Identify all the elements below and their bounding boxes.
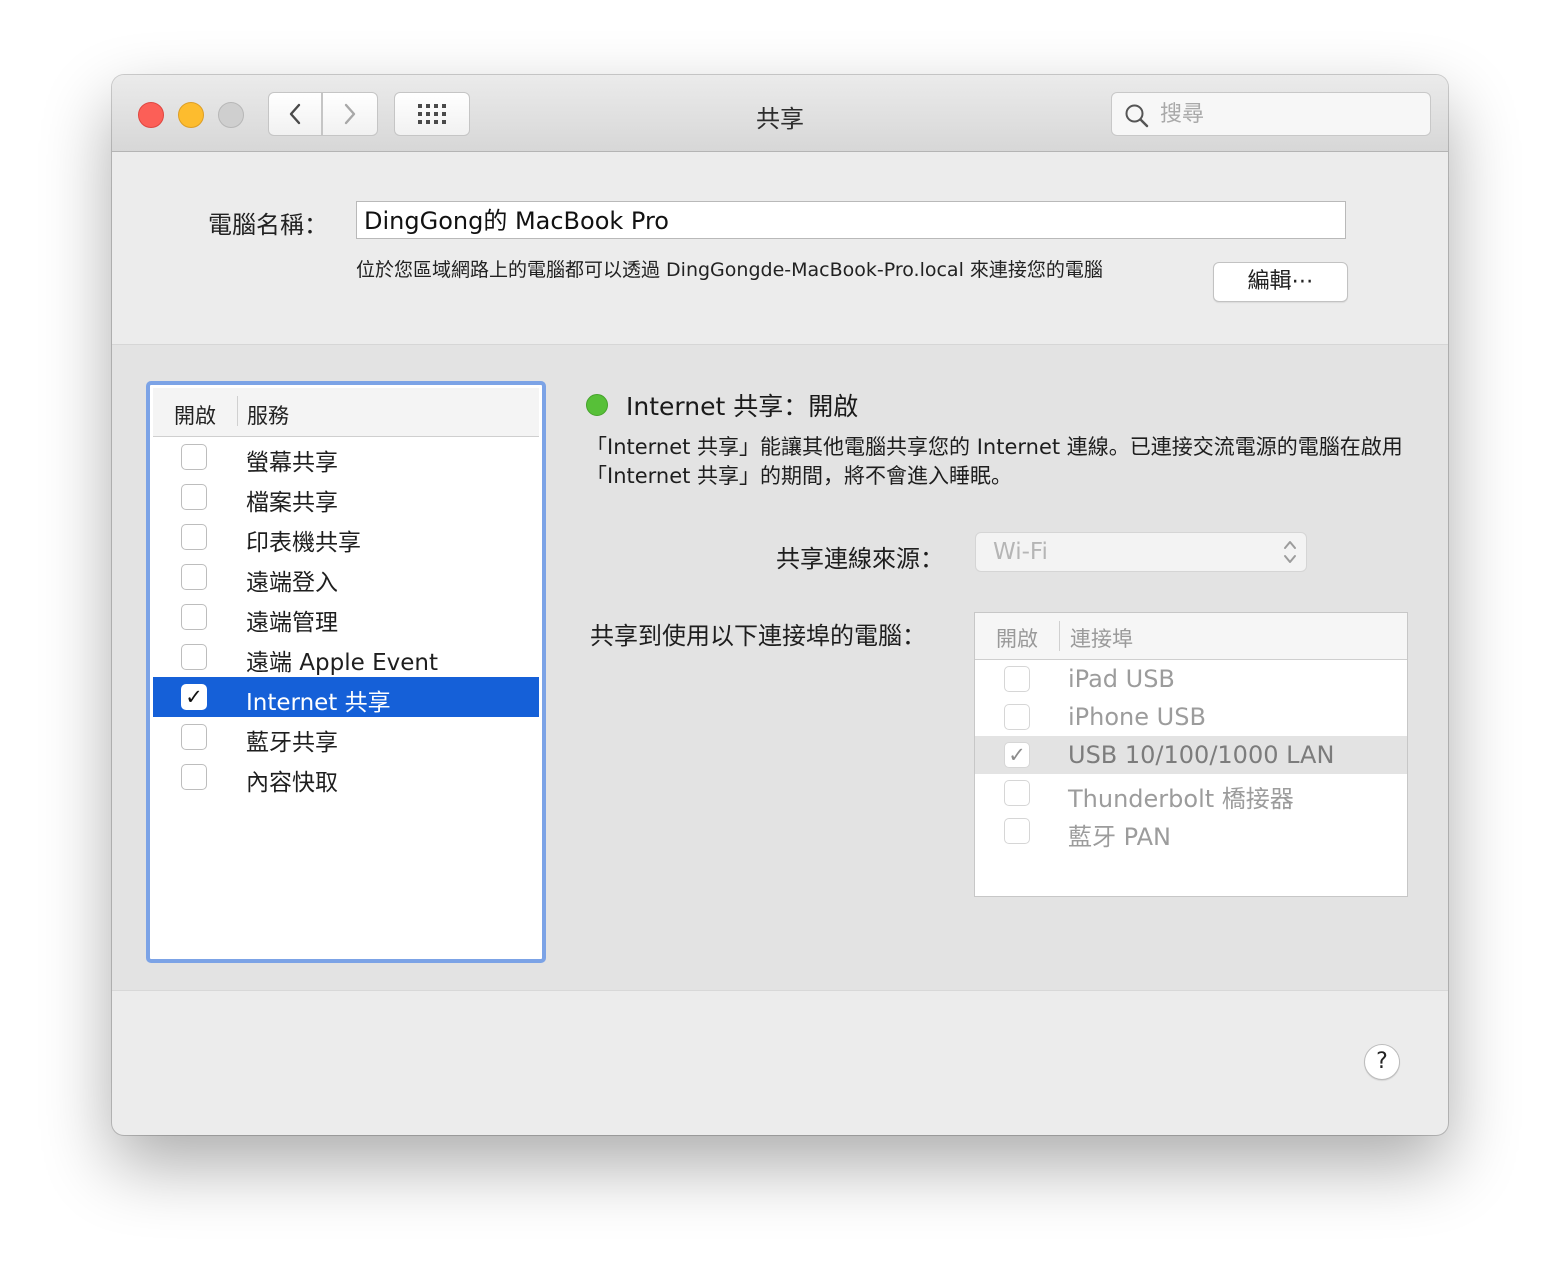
service-label: 檔案共享 <box>246 490 338 516</box>
service-row[interactable]: 遠端登入 <box>153 557 539 597</box>
service-row[interactable]: 內容快取 <box>153 757 539 797</box>
share-source-value: Wi-Fi <box>993 539 1048 565</box>
port-label: iPhone USB <box>1068 703 1206 731</box>
services-list: 螢幕共享檔案共享印表機共享遠端登入遠端管理遠端 Apple Event ✓ Inte… <box>153 437 539 797</box>
search-input[interactable] <box>1158 99 1422 129</box>
ports-table-header: 開啟 連接埠 <box>975 613 1407 660</box>
service-label: 印表機共享 <box>246 530 361 556</box>
service-checkbox[interactable] <box>181 604 207 630</box>
updown-chevron-icon <box>1283 537 1297 570</box>
ports-header-on: 開啟 <box>996 627 1038 651</box>
search-icon <box>1125 104 1149 128</box>
service-row[interactable]: 遠端 Apple Event <box>153 637 539 677</box>
port-row[interactable]: Thunderbolt 橋接器 <box>975 774 1407 813</box>
service-label: 遠端 Apple Event <box>246 650 438 676</box>
services-table: 開啟 服務 螢幕共享檔案共享印表機共享遠端登入遠端管理遠端 Apple Even… <box>146 381 546 963</box>
service-row[interactable]: 藍牙共享 <box>153 717 539 757</box>
service-label: 遠端管理 <box>246 610 338 636</box>
share-source-select: Wi-Fi <box>975 532 1307 572</box>
share-source-label: 共享連線來源： <box>776 545 944 573</box>
port-row[interactable]: ✓ USB 10/100/1000 LAN <box>975 736 1407 774</box>
port-label: USB 10/100/1000 LAN <box>1068 741 1335 769</box>
port-label: Thunderbolt 橋接器 <box>1068 785 1294 813</box>
service-checkbox[interactable] <box>181 564 207 590</box>
service-row[interactable]: ✓ Internet 共享 <box>153 677 539 717</box>
port-checkbox[interactable] <box>1004 818 1030 844</box>
port-checkbox[interactable] <box>1004 704 1030 730</box>
header-on[interactable]: 開啟 <box>174 400 216 430</box>
services-table-header: 開啟 服務 <box>153 388 539 437</box>
service-label: 內容快取 <box>246 770 338 796</box>
service-checkbox[interactable] <box>181 444 207 470</box>
service-label: 遠端登入 <box>246 570 338 596</box>
service-label: 藍牙共享 <box>246 730 338 756</box>
service-row[interactable]: 遠端管理 <box>153 597 539 637</box>
port-row[interactable]: iPad USB <box>975 660 1407 698</box>
edit-button[interactable]: 編輯⋯ <box>1213 262 1348 302</box>
computer-name-label: 電腦名稱： <box>208 211 328 239</box>
service-checkbox[interactable]: ✓ <box>181 684 207 710</box>
service-description: 「Internet 共享」能讓其他電腦共享您的 Internet 連線。已連接交… <box>586 435 1403 488</box>
service-checkbox[interactable] <box>181 524 207 550</box>
computer-name-description: 位於您區域網路上的電腦都可以透過 DingGongde-MacBook-Pro.… <box>356 259 1103 281</box>
status-title: Internet 共享：開啟 <box>626 392 859 421</box>
service-checkbox[interactable] <box>181 484 207 510</box>
port-row[interactable]: 藍牙 PAN <box>975 812 1407 851</box>
service-row[interactable]: 檔案共享 <box>153 477 539 517</box>
port-checkbox[interactable] <box>1004 666 1030 692</box>
ports-table: 開啟 連接埠 iPad USB iPhone USB ✓ USB 10/100/100… <box>974 612 1408 897</box>
ports-header-port: 連接埠 <box>1070 627 1133 651</box>
sharing-window: 共享 電腦名稱： DingGong的 MacBook Pro 位於您區域網路上的… <box>112 75 1448 1135</box>
computer-name-section: 電腦名稱： DingGong的 MacBook Pro 位於您區域網路上的電腦都… <box>112 152 1448 345</box>
title-bar: 共享 <box>112 75 1448 152</box>
computer-name-field[interactable]: DingGong的 MacBook Pro <box>356 201 1346 239</box>
port-checkbox[interactable]: ✓ <box>1004 742 1030 768</box>
port-checkbox[interactable] <box>1004 780 1030 806</box>
service-row[interactable]: 螢幕共享 <box>153 437 539 477</box>
status-indicator <box>586 394 608 416</box>
service-label: Internet 共享 <box>246 690 391 716</box>
service-checkbox[interactable] <box>181 764 207 790</box>
port-label: 藍牙 PAN <box>1068 823 1171 851</box>
share-to-label: 共享到使用以下連接埠的電腦： <box>590 622 926 650</box>
sharing-main-section: 開啟 服務 螢幕共享檔案共享印表機共享遠端登入遠端管理遠端 Apple Even… <box>112 345 1448 991</box>
service-row[interactable]: 印表機共享 <box>153 517 539 557</box>
help-button[interactable]: ? <box>1364 1044 1400 1080</box>
ports-list: iPad USB iPhone USB ✓ USB 10/100/1000 LAN Th… <box>975 660 1407 851</box>
service-checkbox[interactable] <box>181 724 207 750</box>
port-row[interactable]: iPhone USB <box>975 698 1407 736</box>
port-label: iPad USB <box>1068 665 1175 693</box>
search-field[interactable] <box>1111 92 1431 136</box>
header-service[interactable]: 服務 <box>247 400 289 430</box>
service-checkbox[interactable] <box>181 644 207 670</box>
service-label: 螢幕共享 <box>246 450 338 476</box>
